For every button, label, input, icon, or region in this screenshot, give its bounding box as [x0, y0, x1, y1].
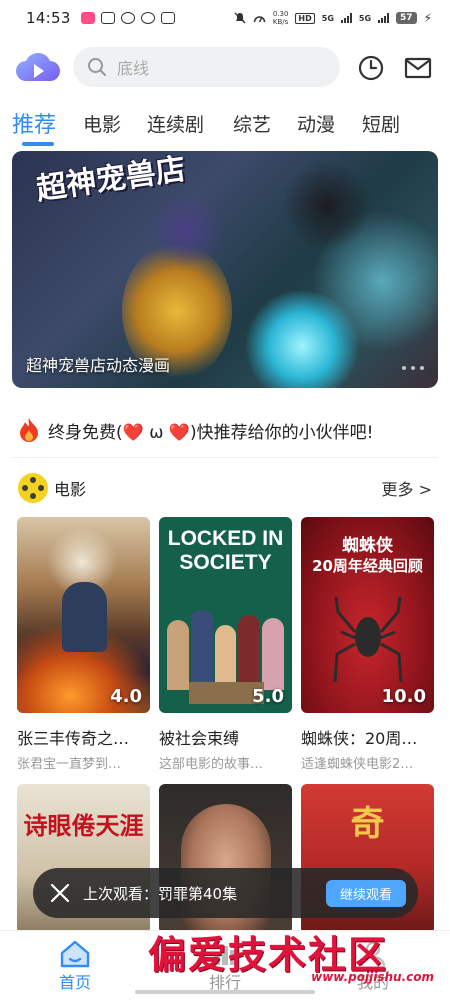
close-icon[interactable]	[47, 880, 73, 906]
search-bar[interactable]: 底线	[73, 47, 340, 87]
movie-description: 张君宝一直梦到…	[17, 757, 122, 772]
app-logo-icon	[16, 53, 60, 81]
spider-emblem-icon	[333, 596, 403, 683]
poster-subtitle: 20周年经典回顾	[312, 557, 423, 575]
fire-icon	[20, 418, 38, 442]
tab-movies[interactable]: 电影	[83, 110, 121, 137]
nav-ranking[interactable]: 排行	[185, 939, 265, 993]
section-title: 电影	[54, 480, 87, 499]
photo-icon	[160, 12, 175, 24]
banner-carousel[interactable]: 超神宠兽店 超神宠兽店动态漫画	[12, 151, 438, 388]
poster-title: LOCKED IN SOCIETY	[167, 527, 284, 574]
movie-card[interactable]: 4.0 张三丰传奇之… 张君宝一直梦到…	[17, 517, 150, 772]
tab-series[interactable]: 连续剧	[147, 110, 204, 137]
movie-title: 张三丰传奇之…	[17, 729, 130, 748]
tab-recommend[interactable]: 推荐	[12, 107, 56, 139]
speed-value: 0.30	[272, 10, 289, 18]
active-tab-indicator	[22, 142, 54, 146]
network-5g-1: 5G	[321, 13, 334, 23]
top-header: 底线	[0, 44, 450, 92]
signal-bars-icon-2	[378, 13, 390, 23]
home-icon	[60, 940, 90, 968]
banner-logo-text: 超神宠兽店	[34, 151, 188, 208]
status-notification-icons	[80, 12, 175, 24]
network-speed: 0.30 KB/s	[273, 10, 289, 26]
movie-section-header: 电影 更多 >	[18, 472, 432, 504]
search-icon	[88, 58, 106, 76]
speed-unit: KB/s	[272, 18, 289, 26]
signal-bars-icon	[340, 13, 352, 23]
nav-profile[interactable]: 我的	[333, 939, 413, 993]
tab-short-drama[interactable]: 短剧	[362, 110, 400, 137]
poster-title: 蜘蛛侠	[342, 536, 393, 556]
status-right: 0.30 KB/s HD 5G 5G 57 ⚡	[234, 10, 432, 26]
tab-anime[interactable]: 动漫	[297, 110, 335, 137]
more-link[interactable]: 更多 >	[382, 476, 433, 500]
profile-icon	[360, 941, 386, 967]
app-screen: 14:53 0.30 KB/s HD 5G 5G 57 ⚡ 底线 推荐 电影 连…	[0, 0, 450, 1000]
movie-title: 被社会束缚	[159, 729, 240, 748]
mail-icon[interactable]	[404, 54, 432, 82]
divider	[12, 457, 438, 458]
carousel-dots	[402, 366, 424, 370]
nav-home-label: 首页	[58, 973, 91, 992]
app-notification-icon	[80, 12, 95, 24]
movie-title: 蜘蛛侠：20周…	[301, 729, 418, 748]
movie-description: 适逢蜘蛛侠电影2…	[301, 757, 414, 772]
movie-description: 这部电影的故事…	[159, 757, 264, 772]
movie-card[interactable]: 蜘蛛侠 20周年经典回顾 10.0 蜘蛛侠：20周… 适逢蜘蛛侠电影2…	[301, 517, 434, 772]
network-5g-2: 5G	[358, 13, 372, 23]
rating-score: 10.0	[381, 686, 426, 707]
movie-card[interactable]: LOCKED IN SOCIETY 5.0 被社会束缚 这部电影的故事…	[159, 517, 292, 772]
rating-score: 5.0	[252, 686, 284, 707]
hd-badge: HD	[295, 12, 315, 24]
movie-poster: 蜘蛛侠 20周年经典回顾 10.0	[301, 517, 434, 713]
ranking-icon	[214, 946, 236, 965]
poster-title: 奇	[350, 804, 385, 844]
movie-poster: 4.0	[17, 517, 150, 713]
continue-watching-button[interactable]: 继续观看	[325, 879, 406, 907]
history-clock-icon[interactable]	[357, 54, 385, 82]
promo-banner[interactable]: 终身免费(❤️ ω ❤️)快推荐给你的小伙伴吧!	[18, 414, 438, 446]
last-watched-toast: 上次观看：罚罪第40集 继续观看	[33, 868, 418, 918]
mute-icon	[234, 12, 246, 24]
broadcast-icon	[140, 12, 155, 24]
battery-level: 57	[396, 12, 417, 24]
speedometer-icon	[253, 16, 266, 23]
gesture-home-bar[interactable]	[135, 990, 315, 994]
search-placeholder: 底线	[117, 59, 150, 78]
banner-title: 超神宠兽店动态漫画	[26, 356, 171, 375]
nav-profile-label: 我的	[356, 973, 389, 992]
last-watched-label: 上次观看：罚罪第40集	[83, 884, 238, 903]
rating-score: 4.0	[110, 686, 142, 707]
message-icon	[100, 12, 115, 24]
charging-icon: ⚡	[423, 11, 432, 25]
tab-variety[interactable]: 综艺	[233, 110, 271, 137]
promo-text: 终身免费(❤️ ω ❤️)快推荐给你的小伙伴吧!	[48, 422, 374, 443]
status-bar: 14:53 0.30 KB/s HD 5G 5G 57 ⚡	[0, 0, 450, 36]
movie-poster: LOCKED IN SOCIETY 5.0	[159, 517, 292, 713]
check-circle-icon	[120, 12, 135, 24]
poster-title: 诗眼倦天涯	[23, 811, 144, 840]
status-time: 14:53	[26, 9, 71, 27]
film-reel-icon	[18, 473, 48, 503]
nav-home[interactable]: 首页	[35, 939, 115, 993]
category-tabs: 推荐 电影 连续剧 综艺 动漫 短剧	[0, 104, 450, 148]
